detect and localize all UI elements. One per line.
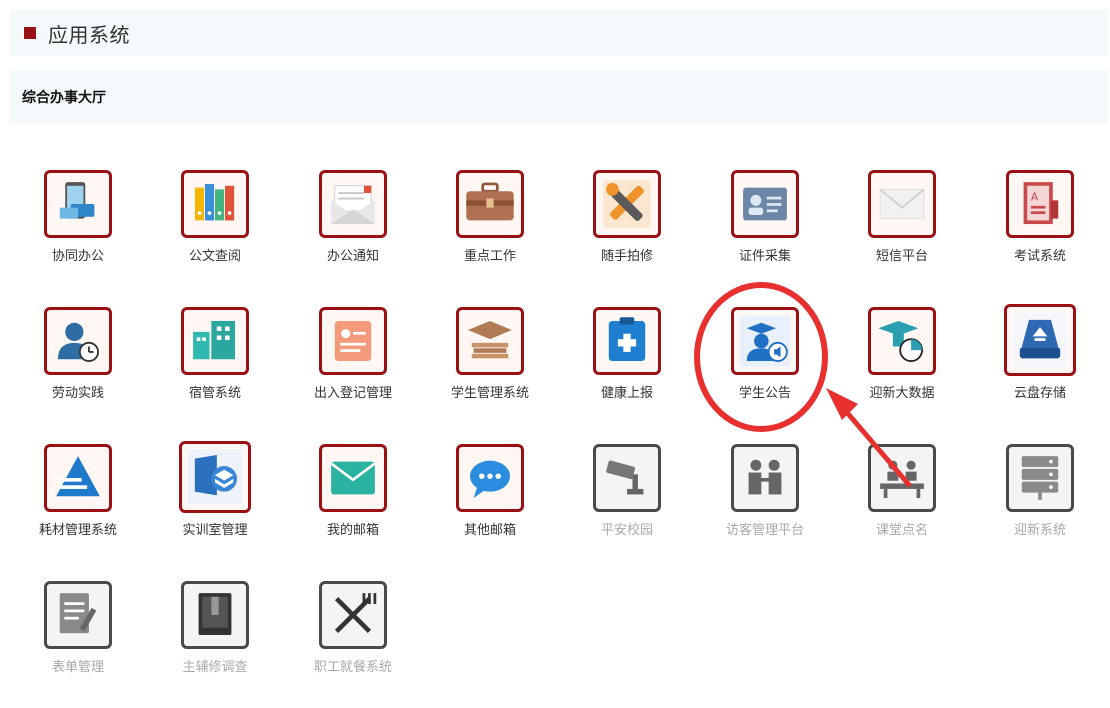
- app-row: 耗材管理系统 实训室管理 我的邮箱 其他邮箱 平安校园 访客管理平台 课堂点名 …: [10, 434, 1108, 571]
- exam-book-icon: A: [1006, 170, 1074, 238]
- app-tile-dorm-system[interactable]: 宿管系统: [155, 297, 275, 417]
- app-label: 健康上报: [600, 386, 653, 401]
- visitors-icon: [731, 444, 799, 512]
- app-tile-cloud-storage[interactable]: 云盘存储: [980, 297, 1100, 417]
- buildings-icon: [181, 307, 249, 375]
- app-tile-safe-campus[interactable]: 平安校园: [567, 434, 687, 554]
- app-tile-key-work[interactable]: 重点工作: [430, 160, 550, 280]
- user-clock-icon: [44, 307, 112, 375]
- app-label: 协同办公: [51, 249, 104, 264]
- app-label: 证件采集: [738, 249, 791, 264]
- section-header: 应用系统: [10, 10, 1108, 56]
- app-tile-minor-survey[interactable]: 主辅修调查: [155, 571, 275, 691]
- app-label: 短信平台: [875, 249, 928, 264]
- app-label: 课堂点名: [875, 523, 928, 538]
- app-label: 办公通知: [326, 249, 379, 264]
- app-tile-sms-platform[interactable]: 短信平台: [842, 160, 962, 280]
- app-tile-enrollment-system[interactable]: 迎新系统: [980, 434, 1100, 554]
- app-tile-health-report[interactable]: 健康上报: [567, 297, 687, 417]
- app-tile-student-announcement[interactable]: 学生公告: [705, 297, 825, 417]
- id-card-icon: [731, 170, 799, 238]
- app-label: 耗材管理系统: [38, 523, 117, 538]
- app-label: 平安校园: [600, 523, 653, 538]
- app-tile-collab-office[interactable]: 协同办公: [18, 160, 138, 280]
- graduation-books-icon: [456, 307, 524, 375]
- app-label: 主辅修调查: [182, 660, 248, 675]
- app-row: 表单管理 主辅修调查 职工就餐系统: [10, 571, 1108, 708]
- app-tile-class-rollcall[interactable]: 课堂点名: [842, 434, 962, 554]
- app-label: 随手拍修: [600, 249, 653, 264]
- app-label: 表单管理: [51, 660, 104, 675]
- app-tile-document-review[interactable]: 公文查阅: [155, 160, 275, 280]
- section-title: 应用系统: [48, 22, 130, 47]
- app-tile-id-collection[interactable]: 证件采集: [705, 160, 825, 280]
- form-edit-icon: [44, 581, 112, 649]
- app-label: 实训室管理: [182, 523, 248, 538]
- chat-bubble-icon: [456, 444, 524, 512]
- app-label: 重点工作: [463, 249, 516, 264]
- app-tile-other-mailbox[interactable]: 其他邮箱: [430, 434, 550, 554]
- app-row: 协同办公 公文查阅 办公通知 重点工作 随手拍修 证件采集 短信平台 A 考试系…: [10, 160, 1108, 297]
- category-title: 综合办事大厅: [22, 90, 106, 106]
- app-label: 迎新系统: [1013, 523, 1066, 538]
- app-label: 我的邮箱: [326, 523, 379, 538]
- mail-icon: [868, 170, 936, 238]
- lab-layers-icon: [179, 441, 251, 513]
- app-tile-lab-management[interactable]: 实训室管理: [155, 434, 275, 554]
- grad-cap-chart-icon: [868, 307, 936, 375]
- app-label: 宿管系统: [188, 386, 241, 401]
- survey-book-icon: [181, 581, 249, 649]
- binders-icon: [181, 170, 249, 238]
- app-label: 公文查阅: [188, 249, 241, 264]
- envelope-open-icon: [319, 444, 387, 512]
- app-tile-form-management[interactable]: 表单管理: [18, 571, 138, 691]
- app-label: 云盘存储: [1013, 386, 1066, 401]
- phone-collab-icon: [44, 170, 112, 238]
- app-grid: 协同办公 公文查阅 办公通知 重点工作 随手拍修 证件采集 短信平台 A 考试系…: [10, 160, 1108, 708]
- app-tile-snap-repair[interactable]: 随手拍修: [567, 160, 687, 280]
- student-announce-icon: [731, 307, 799, 375]
- svg-text:A: A: [1031, 190, 1039, 203]
- app-tile-access-register[interactable]: 出入登记管理: [293, 297, 413, 417]
- app-label: 访客管理平台: [725, 523, 804, 538]
- app-label: 学生公告: [738, 386, 791, 401]
- app-tile-labor-practice[interactable]: 劳动实践: [18, 297, 138, 417]
- cloud-disk-icon: [1004, 304, 1076, 376]
- envelope-letter-icon: [319, 170, 387, 238]
- register-card-icon: [319, 307, 387, 375]
- app-tile-visitor-management[interactable]: 访客管理平台: [705, 434, 825, 554]
- medical-kit-icon: [593, 307, 661, 375]
- app-label: 职工就餐系统: [313, 660, 392, 675]
- app-row: 劳动实践 宿管系统 出入登记管理 学生管理系统 健康上报 学生公告 迎新大数据 …: [10, 297, 1108, 434]
- app-tile-staff-dining[interactable]: 职工就餐系统: [293, 571, 413, 691]
- classroom-icon: [868, 444, 936, 512]
- tools-icon: [593, 170, 661, 238]
- app-label: 考试系统: [1013, 249, 1066, 264]
- section-marker: [24, 27, 36, 39]
- pyramid-stack-icon: [44, 444, 112, 512]
- app-tile-exam-system[interactable]: A 考试系统: [980, 160, 1100, 280]
- app-tile-my-mailbox[interactable]: 我的邮箱: [293, 434, 413, 554]
- app-label: 出入登记管理: [313, 386, 392, 401]
- app-label: 其他邮箱: [463, 523, 516, 538]
- app-tile-student-management[interactable]: 学生管理系统: [430, 297, 550, 417]
- app-tile-consumables[interactable]: 耗材管理系统: [18, 434, 138, 554]
- briefcase-icon: [456, 170, 524, 238]
- server-icon: [1006, 444, 1074, 512]
- app-tile-enrollment-bigdata[interactable]: 迎新大数据: [842, 297, 962, 417]
- cctv-camera-icon: [593, 444, 661, 512]
- category-bar: 综合办事大厅: [10, 70, 1108, 124]
- app-label: 学生管理系统: [450, 386, 529, 401]
- app-label: 劳动实践: [51, 386, 104, 401]
- app-tile-office-notice[interactable]: 办公通知: [293, 160, 413, 280]
- app-label: 迎新大数据: [869, 386, 935, 401]
- fork-knife-icon: [319, 581, 387, 649]
